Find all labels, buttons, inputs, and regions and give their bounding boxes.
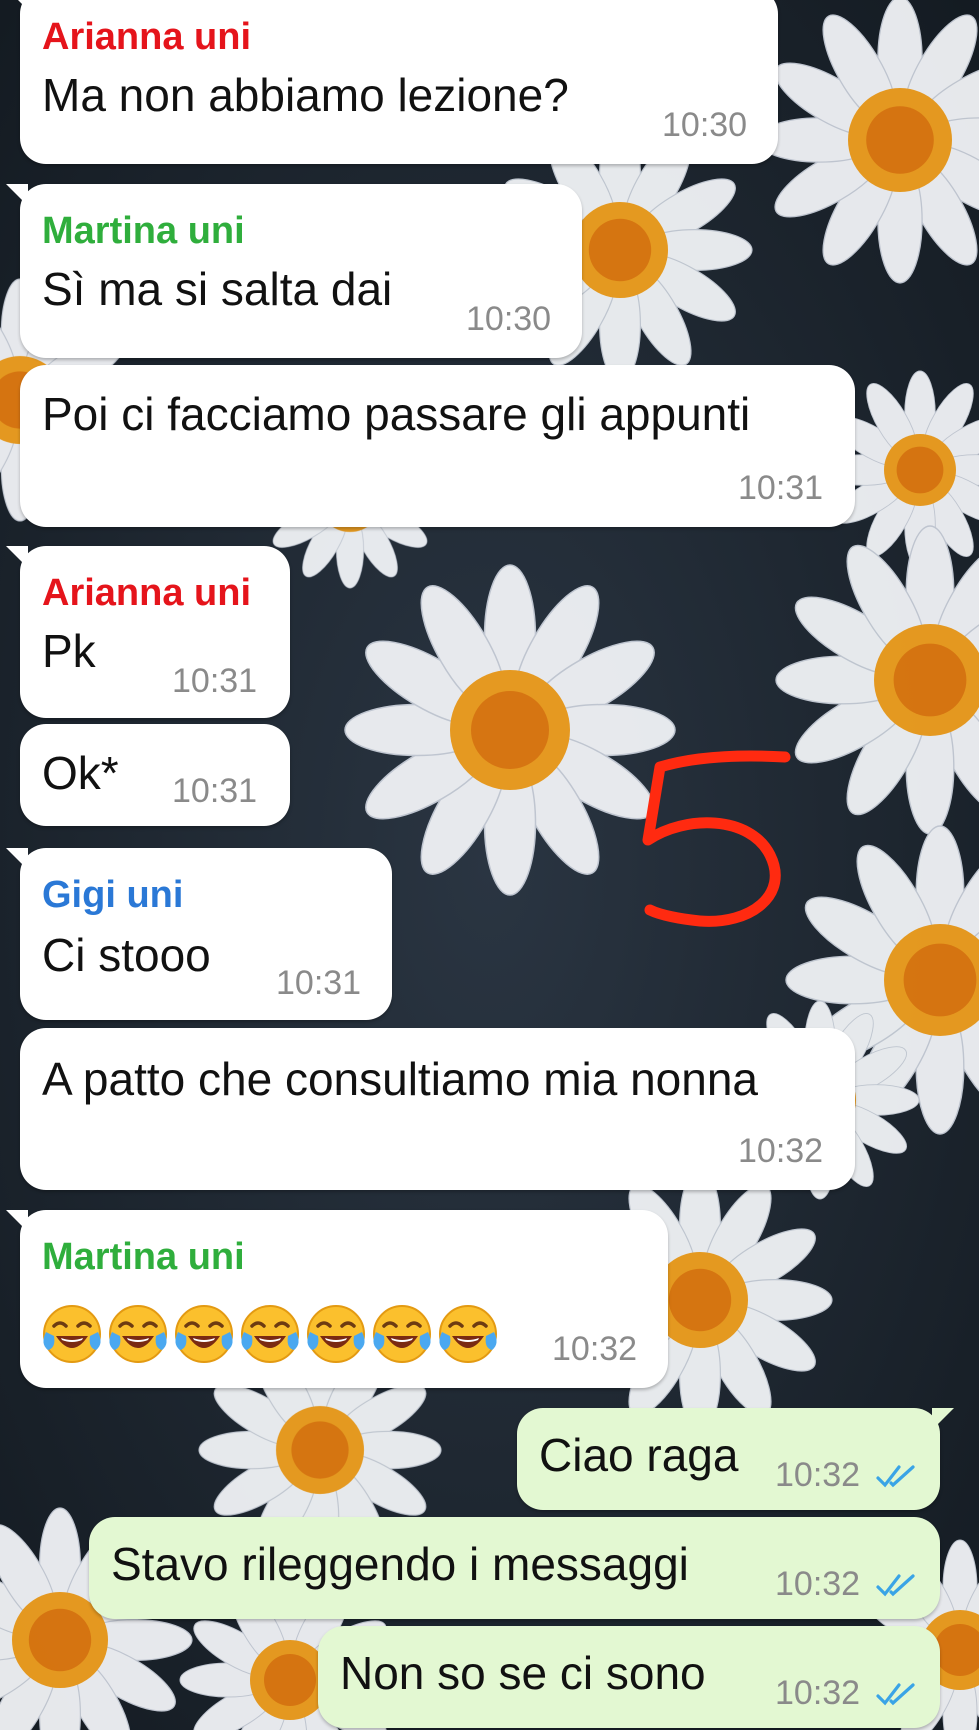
message-time: 10:31 [738, 469, 824, 507]
message-text: Poi ci facciamo passare gli appunti [42, 388, 751, 440]
message-time: 10:30 [466, 300, 552, 338]
message-text: Ok* [42, 747, 119, 799]
message-bubble[interactable]: Martina uni Sì ma si salta dai 10:30 [6, 184, 582, 358]
double-check-read-icon [876, 1465, 915, 1488]
message-text: Pk [42, 625, 96, 677]
message-bubble[interactable]: Ok* 10:31 [20, 724, 290, 826]
message-time: 10:30 [662, 106, 748, 144]
message-bubble[interactable]: A patto che consultiamo mia nonna 10:32 [20, 1028, 855, 1190]
sender-name: Martina uni [42, 210, 245, 252]
emoji-row [40, 1302, 500, 1366]
sender-name: Arianna uni [42, 16, 252, 58]
face-with-tears-of-joy-icon [109, 1305, 167, 1363]
face-with-tears-of-joy-icon [439, 1305, 497, 1363]
message-text: Stavo rileggendo i messaggi [111, 1538, 689, 1590]
message-bubble[interactable]: Arianna uni Ma non abbiamo lezione? 10:3… [6, 0, 778, 164]
face-with-tears-of-joy-icon [175, 1305, 233, 1363]
outgoing-message-bubble[interactable]: Stavo rileggendo i messaggi 10:32 [89, 1517, 940, 1619]
message-time: 10:32 [775, 1565, 861, 1603]
face-with-tears-of-joy-icon [43, 1305, 101, 1363]
message-time: 10:31 [276, 964, 362, 1002]
face-with-tears-of-joy-icon [241, 1305, 299, 1363]
outgoing-message-bubble[interactable]: Non so se ci sono 10:32 [318, 1626, 940, 1728]
message-time: 10:31 [172, 772, 258, 810]
message-text: Sì ma si salta dai [42, 263, 393, 315]
message-text: Ci stooo [42, 929, 211, 981]
message-text: A patto che consultiamo mia nonna [42, 1053, 759, 1105]
sender-name: Martina uni [42, 1236, 245, 1278]
message-bubble[interactable]: Martina uni 10:32 [6, 1210, 668, 1388]
message-time: 10:32 [775, 1674, 861, 1712]
sender-name: Arianna uni [42, 572, 252, 614]
message-text: Ma non abbiamo lezione? [42, 69, 569, 121]
sender-name: Gigi uni [42, 874, 184, 916]
double-check-read-icon [876, 1683, 915, 1706]
face-with-tears-of-joy-icon [307, 1305, 365, 1363]
message-time: 10:32 [775, 1456, 861, 1494]
message-bubble[interactable]: Arianna uni Pk 10:31 [6, 546, 290, 718]
message-text: Ciao raga [539, 1429, 739, 1481]
chat-conversation: Arianna uni Ma non abbiamo lezione? 10:3… [0, 0, 979, 1730]
outgoing-message-bubble[interactable]: Ciao raga 10:32 [517, 1408, 954, 1510]
double-check-read-icon [876, 1574, 915, 1597]
message-bubble[interactable]: Gigi uni Ci stooo 10:31 [6, 848, 392, 1020]
message-text: Non so se ci sono [340, 1647, 706, 1699]
face-with-tears-of-joy-icon [373, 1305, 431, 1363]
message-time: 10:31 [172, 662, 258, 700]
message-bubble[interactable]: Poi ci facciamo passare gli appunti 10:3… [20, 365, 855, 527]
message-time: 10:32 [738, 1132, 824, 1170]
message-time: 10:32 [552, 1330, 638, 1368]
